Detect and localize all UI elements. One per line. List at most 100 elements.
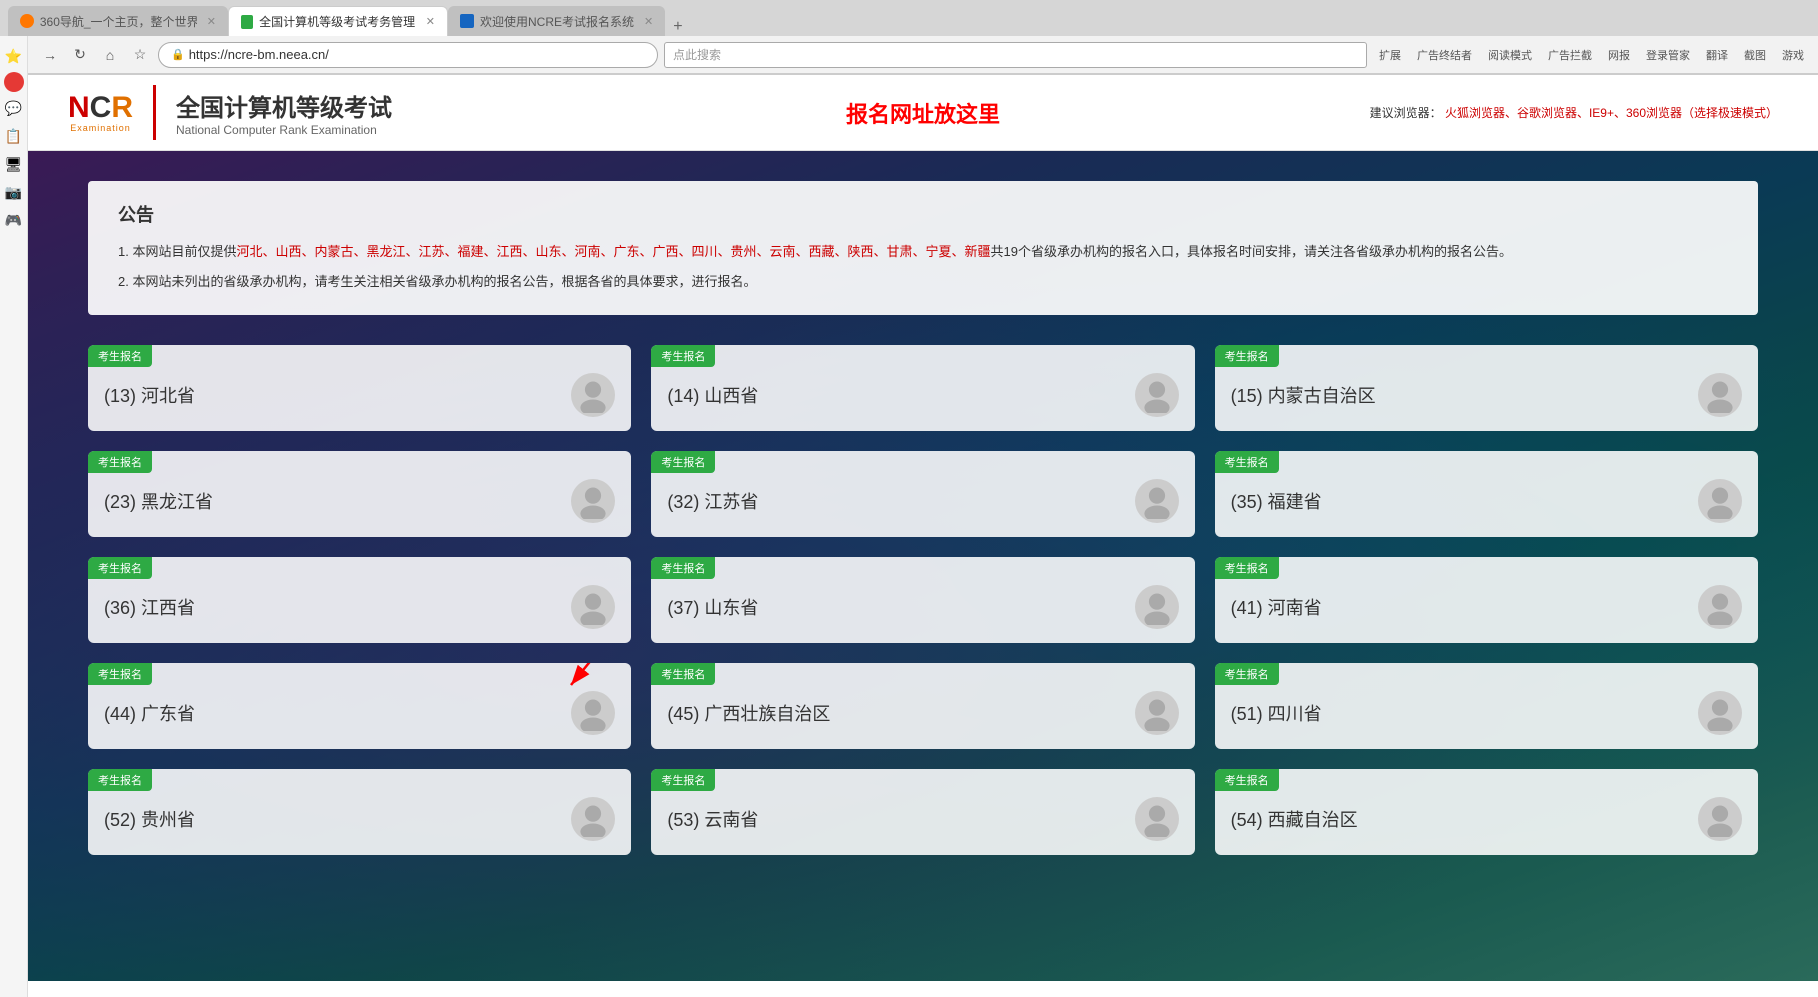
province-badge-51: 考生报名 <box>1215 663 1279 685</box>
sidebar-icon-2[interactable] <box>4 72 24 92</box>
province-badge-52: 考生报名 <box>88 769 152 791</box>
tool-screenshot[interactable]: 截图 <box>1738 45 1772 65</box>
province-badge-23: 考生报名 <box>88 451 152 473</box>
province-badge-53: 考生报名 <box>651 769 715 791</box>
province-card-13[interactable]: 考生报名(13) 河北省 <box>88 345 631 431</box>
province-name-54: (54) 西藏自治区 <box>1231 806 1358 832</box>
tab3-close[interactable]: ✕ <box>644 15 653 28</box>
province-card-51[interactable]: 考生报名 (51) 四川省 <box>1215 663 1758 749</box>
province-avatar-14 <box>1135 373 1179 417</box>
logo-examination: Examination <box>70 123 131 133</box>
province-body-15: (15) 内蒙古自治区 <box>1215 345 1758 431</box>
province-body-52: (52) 贵州省 <box>88 769 631 855</box>
tool-extend[interactable]: 扩展 <box>1373 45 1407 65</box>
province-avatar-54 <box>1698 797 1742 841</box>
province-body-51: (51) 四川省 <box>1215 663 1758 749</box>
province-body-36: (36) 江西省 <box>88 557 631 643</box>
sidebar-icon-4[interactable]: 📋 <box>2 124 26 148</box>
province-card-14[interactable]: 考生报名(14) 山西省 <box>651 345 1194 431</box>
logo-letters: NCR <box>68 93 133 123</box>
announcement-box: 公告 1. 本网站目前仅提供河北、山西、内蒙古、黑龙江、江苏、福建、江西、山东、… <box>88 181 1758 315</box>
province-card-44[interactable]: 考生报名(44) 广东省点它 <box>88 663 631 749</box>
tab-2[interactable]: 全国计算机等级考试考务管理系统 ✕ <box>228 6 448 36</box>
home-button[interactable]: ⌂ <box>98 43 122 67</box>
province-body-13: (13) 河北省 <box>88 345 631 431</box>
sidebar-icon-6[interactable]: 📷 <box>2 180 26 204</box>
province-avatar-41 <box>1698 585 1742 629</box>
sidebar-icon-3[interactable]: 💬 <box>2 96 26 120</box>
bookmark-button[interactable]: ☆ <box>128 43 152 67</box>
province-avatar-23 <box>571 479 615 523</box>
tool-read[interactable]: 阅读模式 <box>1482 45 1538 65</box>
province-avatar-35 <box>1698 479 1742 523</box>
province-card-41[interactable]: 考生报名(41) 河南省 <box>1215 557 1758 643</box>
province-highlights: 河北、山西、内蒙古、黑龙江、江苏、福建、江西、山东、河南、广东、广西、四川、贵州… <box>236 244 990 259</box>
province-card-32[interactable]: 考生报名(32) 江苏省 <box>651 451 1194 537</box>
province-avatar-15 <box>1698 373 1742 417</box>
tool-game[interactable]: 游戏 <box>1776 45 1810 65</box>
forward-button[interactable]: → <box>38 43 62 67</box>
province-card-15[interactable]: 考生报名(15) 内蒙古自治区 <box>1215 345 1758 431</box>
province-card-45[interactable]: 考生报名(45) 广西壮族自治区 <box>651 663 1194 749</box>
province-avatar-37 <box>1135 585 1179 629</box>
tab1-label: 360导航_一个主页，整个世界 <box>40 13 197 30</box>
province-badge-45: 考生报名 <box>651 663 715 685</box>
province-badge-13: 考生报名 <box>88 345 152 367</box>
province-badge-37: 考生报名 <box>651 557 715 579</box>
province-avatar-52 <box>571 797 615 841</box>
guangdong-arrow <box>561 663 621 693</box>
province-name-53: (53) 云南省 <box>667 806 758 832</box>
ssl-lock-icon: 🔒 <box>171 48 185 61</box>
province-avatar-45 <box>1135 691 1179 735</box>
logo-en: National Computer Rank Examination <box>176 123 392 137</box>
province-card-37[interactable]: 考生报名(37) 山东省 <box>651 557 1194 643</box>
tab1-close[interactable]: ✕ <box>207 15 216 28</box>
tab1-favicon <box>20 14 34 28</box>
province-card-54[interactable]: 考生报名(54) 西藏自治区 <box>1215 769 1758 855</box>
ncre-logo: NCR Examination <box>68 93 133 133</box>
url-input[interactable]: 🔒 https://ncre-bm.neea.cn/ <box>158 42 658 68</box>
province-card-23[interactable]: 考生报名(23) 黑龙江省 <box>88 451 631 537</box>
logo-zh: 全国计算机等级考试 <box>176 88 392 123</box>
province-body-44: (44) 广东省 <box>88 663 631 749</box>
address-bar: ← → ↻ ⌂ ☆ 🔒 https://ncre-bm.neea.cn/ 点此搜… <box>0 36 1818 74</box>
logo-n: N <box>68 91 90 124</box>
sidebar-icon-7[interactable]: 🎮 <box>2 208 26 232</box>
sidebar-icon-1[interactable]: ⭐ <box>2 44 26 68</box>
tool-adblock2[interactable]: 广告拦截 <box>1542 45 1598 65</box>
tab-3[interactable]: 欢迎使用NCRE考试报名系统 ✕ <box>448 6 665 36</box>
province-card-35[interactable]: 考生报名(35) 福建省 <box>1215 451 1758 537</box>
sidebar-icon-5[interactable]: 🖥 <box>2 152 26 176</box>
province-avatar-13 <box>571 373 615 417</box>
tool-translate[interactable]: 翻译 <box>1700 45 1734 65</box>
tab-1[interactable]: 360导航_一个主页，整个世界 ✕ <box>8 6 228 36</box>
province-body-35: (35) 福建省 <box>1215 451 1758 537</box>
logo-text-area: 全国计算机等级考试 National Computer Rank Examina… <box>176 88 392 137</box>
province-badge-44: 考生报名 <box>88 663 152 685</box>
province-grid: 考生报名(13) 河北省考生报名(14) 山西省考生报名(15) 内蒙古自治区考… <box>88 345 1758 855</box>
province-card-53[interactable]: 考生报名 (53) 云南省 <box>651 769 1194 855</box>
tool-login[interactable]: 登录管家 <box>1640 45 1696 65</box>
header-annotation: 报名网址放这里 <box>846 97 1000 129</box>
province-card-52[interactable]: 考生报名(52) 贵州省 <box>88 769 631 855</box>
announcement-title: 公告 <box>118 201 1728 227</box>
logo-r: R <box>111 91 133 124</box>
province-name-41: (41) 河南省 <box>1231 594 1322 620</box>
province-badge-32: 考生报名 <box>651 451 715 473</box>
search-input[interactable]: 点此搜索 <box>664 42 1367 68</box>
tab2-favicon <box>241 15 253 29</box>
url-text: https://ncre-bm.neea.cn/ <box>189 47 329 62</box>
browser-sidebar: ⭐ 💬 📋 🖥 📷 🎮 <box>0 36 28 997</box>
refresh-button[interactable]: ↻ <box>68 43 92 67</box>
new-tab-button[interactable]: + <box>665 18 690 36</box>
province-name-14: (14) 山西省 <box>667 382 758 408</box>
tab2-close[interactable]: ✕ <box>426 15 435 28</box>
province-name-51: (51) 四川省 <box>1231 700 1322 726</box>
logo-area: NCR Examination 全国计算机等级考试 National Compu… <box>68 85 392 140</box>
province-avatar-44 <box>571 691 615 735</box>
main-wrapper: NCR Examination 全国计算机等级考试 National Compu… <box>28 75 1818 981</box>
province-name-35: (35) 福建省 <box>1231 488 1322 514</box>
province-card-36[interactable]: 考生报名(36) 江西省 <box>88 557 631 643</box>
tool-adblock[interactable]: 广告终结者 <box>1411 45 1478 65</box>
tool-network[interactable]: 网报 <box>1602 45 1636 65</box>
